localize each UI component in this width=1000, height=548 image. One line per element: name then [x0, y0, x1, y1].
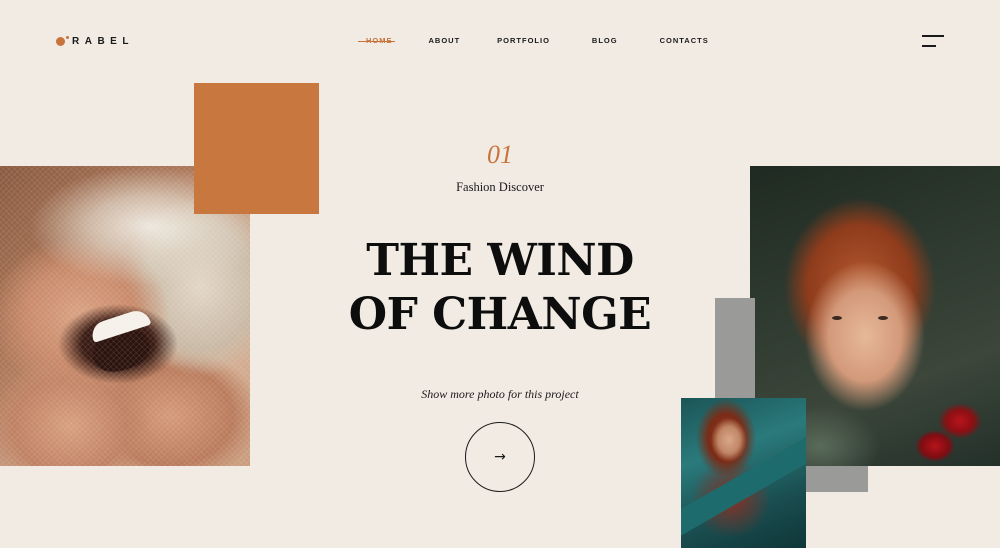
- hero-photo-small: [681, 398, 806, 548]
- arrow-right-icon: →: [494, 449, 506, 465]
- decorative-orange-block-overlay: [194, 83, 319, 214]
- logo-text: RABEL: [72, 36, 134, 47]
- cta-text[interactable]: Show more photo for this project: [0, 387, 1000, 402]
- hero-headline: THE WIND OF CHANGE: [0, 234, 1000, 342]
- hamburger-icon[interactable]: [922, 34, 946, 50]
- logo-mark-icon: [56, 36, 69, 46]
- headline-line-1: THE WIND: [366, 235, 634, 286]
- nav-item-blog[interactable]: BLOG: [592, 36, 618, 45]
- nav-item-home[interactable]: HOME: [358, 36, 394, 45]
- nav-item-about[interactable]: ABOUT: [429, 36, 461, 45]
- headline-line-2: OF CHANGE: [348, 289, 652, 340]
- nav-item-portfolio[interactable]: PORTFOLIO: [497, 36, 550, 45]
- hero-subtitle: Fashion Discover: [456, 180, 544, 194]
- logo[interactable]: RABEL: [56, 36, 134, 47]
- hamburger-line-top: [922, 35, 944, 37]
- slide-number: 01: [487, 140, 513, 169]
- decorative-gray-block-overlay: [715, 298, 755, 398]
- decorative-gray-block: [806, 462, 868, 492]
- next-button[interactable]: →: [465, 422, 535, 492]
- main-nav: HOME ABOUT PORTFOLIO BLOG CONTACTS: [358, 36, 709, 45]
- hamburger-line-bottom: [922, 45, 936, 47]
- nav-item-contacts[interactable]: CONTACTS: [660, 36, 709, 45]
